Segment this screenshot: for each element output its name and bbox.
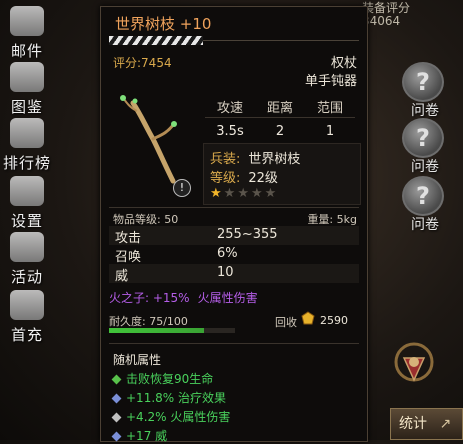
warning-icon[interactable]: ! xyxy=(173,179,191,197)
attribute-row: 威 10 xyxy=(109,264,359,284)
stats-button-label: 统计 xyxy=(399,416,427,432)
menu-events[interactable]: 活动 xyxy=(2,232,52,290)
menu-label: 排行榜 xyxy=(2,154,51,172)
stats-button[interactable]: 统计 ↗ xyxy=(390,408,463,440)
item-type: 权杖 xyxy=(330,56,357,71)
gem-icon xyxy=(111,374,122,385)
menu-ranking[interactable]: 排行榜 xyxy=(2,118,52,176)
menu-codex[interactable]: 图鉴 xyxy=(2,62,52,120)
stat-header: 攻速 xyxy=(216,101,243,116)
star-icon: ★ xyxy=(210,186,224,201)
stat-header: 距离 xyxy=(266,101,293,116)
durability-label: 耐久度: 75/100 xyxy=(109,315,188,328)
menu-label: 邮件 xyxy=(10,42,43,60)
chart-icon: ↗ xyxy=(439,416,452,432)
special-effect-type: 火属性伤害 xyxy=(197,291,258,305)
item-tooltip-panel: 世界树枝 +10 评分:7454 权杖 单手钝器 ! 攻速 距离 范围 3.5s… xyxy=(100,6,368,444)
survey-label: 问卷 xyxy=(411,159,439,175)
attribute-value: 255~355 xyxy=(217,227,278,242)
divider xyxy=(205,117,355,118)
survey-label: 问卷 xyxy=(411,103,439,119)
random-attribute: +17 威 xyxy=(111,427,168,444)
level-value: 22级 xyxy=(248,171,278,186)
attribute-row: 攻击 255~355 xyxy=(109,226,359,246)
gear-icon xyxy=(10,176,44,206)
gold-icon xyxy=(301,311,315,325)
stat-value: 1 xyxy=(325,124,335,139)
first-charge-icon xyxy=(10,290,44,320)
divider xyxy=(109,343,359,344)
durability-bar xyxy=(109,328,235,333)
ranking-icon xyxy=(10,118,44,148)
recycle-label: 回收 xyxy=(275,316,297,329)
rarity-stripe xyxy=(109,36,203,45)
question-icon: ? xyxy=(402,62,444,102)
soldier-info-box: 兵装: 世界树枝 等级: 22级 ★★★★★ xyxy=(203,143,361,205)
stat-header: 范围 xyxy=(316,101,343,116)
attribute-value: 6% xyxy=(217,246,238,261)
question-icon: ? xyxy=(402,176,444,216)
menu-first-charge[interactable]: 首充 xyxy=(2,290,52,348)
stat-value: 2 xyxy=(275,124,285,139)
star-icon: ★ xyxy=(250,186,265,201)
gem-icon xyxy=(111,393,122,404)
special-effect-label: 火之子: +15% xyxy=(109,291,190,305)
weapon-stat-table: 攻速 距离 范围 3.5s 2 1 xyxy=(205,97,355,139)
menu-label: 图鉴 xyxy=(10,98,43,116)
attribute-name: 召唤 xyxy=(115,250,142,265)
attribute-name: 攻击 xyxy=(115,231,142,246)
attribute-row: 召唤 6% xyxy=(109,245,359,265)
soldier-label: 兵装: xyxy=(210,152,241,167)
durability-fill xyxy=(109,328,204,333)
book-icon xyxy=(10,62,44,92)
menu-label: 设置 xyxy=(10,212,43,230)
star-icon: ★ xyxy=(237,186,251,201)
survey-button[interactable]: ? 问卷 xyxy=(396,118,454,175)
menu-settings[interactable]: 设置 xyxy=(2,176,52,234)
random-attribute-text: +17 威 xyxy=(126,429,168,443)
survey-button[interactable]: ? 问卷 xyxy=(396,62,454,119)
guild-emblem-icon[interactable] xyxy=(386,340,442,390)
recycle-value: 2590 xyxy=(320,314,348,327)
random-attribute: 击败恢复90生命 xyxy=(111,370,214,387)
left-menu: 邮件 图鉴 排行榜 设置 活动 首充 xyxy=(0,0,56,440)
menu-label: 活动 xyxy=(10,268,43,286)
item-score: 评分:7454 xyxy=(113,56,172,70)
item-title: 世界树枝 +10 xyxy=(115,15,212,33)
soldier-value: 世界树枝 xyxy=(248,152,301,167)
gem-icon xyxy=(111,412,122,423)
random-attribute: +11.8% 治疗效果 xyxy=(111,389,226,406)
survey-label: 问卷 xyxy=(411,217,439,233)
item-class: 单手钝器 xyxy=(304,74,357,89)
star-icon: ★ xyxy=(223,186,238,201)
attribute-value: 10 xyxy=(217,265,234,280)
mail-icon xyxy=(10,6,44,36)
survey-button[interactable]: ? 问卷 xyxy=(396,176,454,233)
star-rating: ★★★★★ xyxy=(210,186,278,201)
random-attributes-title: 随机属性 xyxy=(113,353,162,367)
item-weight: 重量: 5kg xyxy=(307,213,357,226)
random-attribute-text: +11.8% 治疗效果 xyxy=(126,391,226,405)
random-attribute-text: 击败恢复90生命 xyxy=(126,372,214,386)
menu-mail[interactable]: 邮件 xyxy=(2,6,52,64)
stat-value: 3.5s xyxy=(216,124,244,139)
event-icon xyxy=(10,232,44,262)
question-icon: ? xyxy=(402,118,444,158)
item-level: 物品等级: 50 xyxy=(113,213,179,226)
random-attribute-text: +4.2% 火属性伤害 xyxy=(126,410,231,424)
special-effect: 火之子: +15% 火属性伤害 xyxy=(109,289,258,306)
divider xyxy=(109,207,359,208)
level-label: 等级: xyxy=(210,171,241,186)
star-icon: ★ xyxy=(264,186,279,201)
attribute-name: 威 xyxy=(115,269,129,284)
random-attribute: +4.2% 火属性伤害 xyxy=(111,408,231,425)
menu-label: 首充 xyxy=(10,326,43,344)
